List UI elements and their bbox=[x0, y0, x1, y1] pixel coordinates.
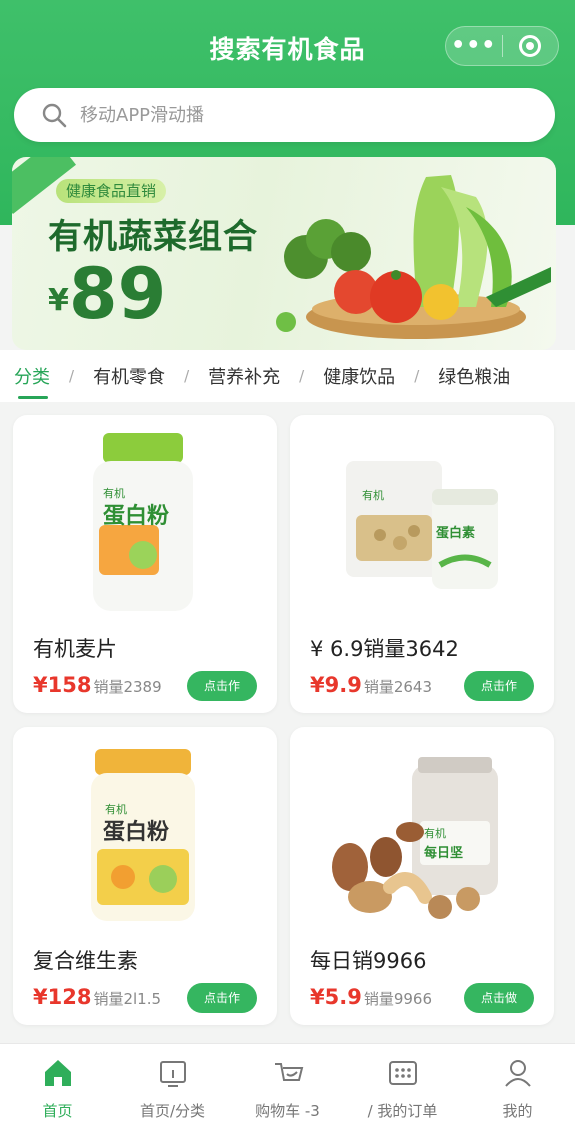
svg-text:每日坚: 每日坚 bbox=[424, 845, 463, 861]
product-price: ¥9.9 bbox=[310, 673, 362, 697]
svg-text:有机: 有机 bbox=[362, 488, 384, 502]
search-bar[interactable] bbox=[14, 88, 555, 142]
banner-currency: ¥ bbox=[48, 283, 69, 318]
svg-text:有机: 有机 bbox=[103, 486, 125, 500]
product-sales: 销量9966 bbox=[363, 990, 433, 1008]
product-card[interactable]: 有机 蛋白粉 复合维生素 ¥128 销量2l1.5 点击作 bbox=[13, 727, 277, 1025]
tab-category[interactable]: 分类 bbox=[14, 363, 50, 399]
banner-tag: 健康食品直销 bbox=[56, 179, 167, 203]
svg-text:蛋白粉: 蛋白粉 bbox=[103, 503, 169, 529]
nav-category-label: 首页/分类 bbox=[139, 1102, 206, 1120]
cart-icon bbox=[274, 1063, 303, 1081]
product-price-row: ¥158 销量2389 bbox=[33, 673, 162, 697]
more-menu-button[interactable]: ••• bbox=[446, 26, 502, 66]
nav-home-label: 首页 bbox=[42, 1102, 73, 1120]
nav-profile-label: 我的 bbox=[502, 1102, 533, 1120]
product-card[interactable]: 有机 每日坚 每日销9966 ¥5.9 销量9966 点击做 bbox=[290, 727, 554, 1025]
product-name: ¥ 6.9销量3642 bbox=[310, 637, 459, 661]
svg-text:蛋白素: 蛋白素 bbox=[436, 525, 475, 541]
product-price-row: ¥9.9 销量2643 bbox=[310, 673, 432, 697]
product-name: 复合维生素 bbox=[33, 949, 138, 973]
search-input[interactable] bbox=[80, 104, 500, 126]
product-card[interactable]: 有机 蛋白粉 有机麦片 ¥158 销量2389 点击作 bbox=[13, 415, 277, 713]
svg-text:有机: 有机 bbox=[424, 826, 446, 840]
vegetable-basket-image bbox=[276, 175, 551, 339]
promo-banner[interactable]: 健康食品直销 有机蔬菜组合 ¥89 bbox=[12, 157, 556, 350]
nav-cart[interactable]: 购物车 -3 bbox=[230, 1044, 345, 1142]
product-name: 每日销9966 bbox=[310, 949, 427, 973]
banner-headline: 有机蔬菜组合 bbox=[48, 217, 258, 257]
mini-program-capsule: ••• bbox=[445, 26, 559, 66]
nav-orders[interactable]: / 我的订单 bbox=[345, 1044, 460, 1142]
product-price: ¥5.9 bbox=[310, 985, 362, 1009]
nav-category[interactable]: 首页/分类 bbox=[115, 1044, 230, 1142]
product-price: ¥128 bbox=[33, 985, 92, 1009]
product-name: 有机麦片 bbox=[33, 637, 117, 661]
product-action-button[interactable]: 点击作 bbox=[187, 671, 257, 701]
product-action-button[interactable]: 点击作 bbox=[187, 983, 257, 1013]
nav-profile[interactable]: 我的 bbox=[460, 1044, 575, 1142]
profile-icon bbox=[504, 1060, 531, 1087]
product-image: 有机 蛋白粉 bbox=[91, 749, 195, 921]
product-card[interactable]: 有机 蛋白素 ¥ 6.9销量3642 ¥9.9 销量2643 点击作 bbox=[290, 415, 554, 713]
nav-home[interactable]: 首页 bbox=[0, 1044, 115, 1142]
product-image: 有机 蛋白粉 bbox=[93, 433, 193, 611]
product-action-button[interactable]: 点击做 bbox=[464, 983, 534, 1013]
tab-separator: / bbox=[299, 367, 305, 385]
nav-cart-label: 购物车 -3 bbox=[255, 1102, 320, 1120]
tab-organic-snacks[interactable]: 有机零食 bbox=[93, 363, 165, 389]
product-image: 有机 蛋白素 bbox=[346, 461, 498, 589]
product-price-row: ¥128 销量2l1.5 bbox=[33, 985, 161, 1009]
banner-price-value: 89 bbox=[68, 253, 167, 335]
product-sales: 销量2643 bbox=[363, 678, 433, 696]
product-sales: 销量2389 bbox=[93, 678, 162, 696]
category-icon bbox=[159, 1061, 186, 1087]
home-icon bbox=[44, 1060, 71, 1086]
tab-separator: / bbox=[414, 367, 420, 385]
banner-price: ¥89 bbox=[48, 253, 166, 335]
tab-healthy-drinks[interactable]: 健康饮品 bbox=[323, 363, 395, 389]
svg-text:有机: 有机 bbox=[105, 802, 127, 816]
product-price-row: ¥5.9 销量9966 bbox=[310, 985, 432, 1009]
product-image: 有机 每日坚 bbox=[332, 757, 498, 919]
product-price: ¥158 bbox=[33, 673, 92, 697]
target-icon bbox=[519, 35, 542, 57]
tab-nutrition[interactable]: 营养补充 bbox=[208, 363, 280, 389]
tab-green-grains[interactable]: 绿色粮油 bbox=[438, 363, 510, 389]
nav-orders-label: / 我的订单 bbox=[367, 1102, 438, 1120]
svg-text:蛋白粉: 蛋白粉 bbox=[103, 819, 169, 845]
tab-separator: / bbox=[69, 367, 75, 385]
product-action-button[interactable]: 点击作 bbox=[464, 671, 534, 701]
search-icon bbox=[42, 103, 67, 128]
category-tabs: 分类 / 有机零食 / 营养补充 / 健康饮品 / 绿色粮油 bbox=[0, 350, 575, 402]
product-sales: 销量2l1.5 bbox=[93, 990, 162, 1008]
bottom-navigation: 首页 首页/分类 购物车 -3 / 我的订单 我的 bbox=[0, 1043, 575, 1142]
tab-separator: / bbox=[184, 367, 190, 385]
orders-icon bbox=[388, 1061, 417, 1085]
close-mini-program-button[interactable] bbox=[502, 35, 558, 57]
